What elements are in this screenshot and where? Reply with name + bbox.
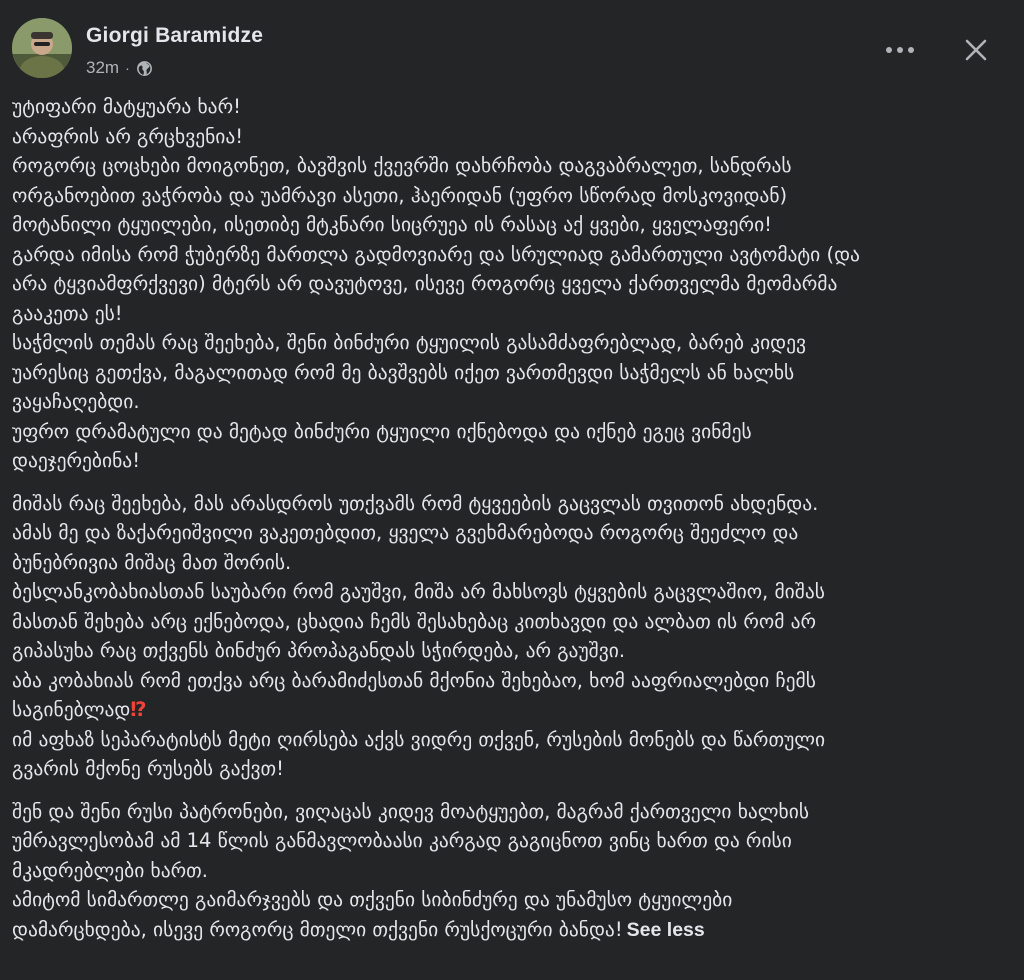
author-name[interactable]: Giorgi Baramidze <box>86 24 263 48</box>
more-options-dot <box>908 47 914 53</box>
text-line: ბესლანკობახიასთან საუბარი რომ გაუშვი, მი… <box>12 580 825 603</box>
text-line: ამიტომ სიმართლე გაიმარჯვებს და თქვენი სი… <box>12 888 733 911</box>
text-line: შენ და შენი რუსი პატრონები, ვიღაცას კიდე… <box>12 799 810 823</box>
close-icon <box>965 39 987 61</box>
text-segment: დამარცხდება, ისევე როგორც მთელი თქვენი რ… <box>12 917 623 941</box>
post-paragraph-3: შენ და შენი რუსი პატრონები, ვიღაცას კიდე… <box>12 797 1012 946</box>
more-options-button[interactable] <box>878 32 922 68</box>
more-options-icon <box>886 47 892 53</box>
text-line: უფრო დრამატული და მეტად ბინძური ტყუილი ი… <box>12 419 752 443</box>
post-paragraph-2: მიშას რაც შეეხება, მას არასდროს უთქვამს … <box>12 489 1012 784</box>
text-line: არა ტყვიამფრქვევი) მტერს არ დავუტოვე, ის… <box>12 272 838 295</box>
text-line: უტიფარი მატყუარა ხარ! <box>12 95 241 118</box>
close-button[interactable] <box>954 28 998 72</box>
see-less-link[interactable]: See less <box>627 919 705 941</box>
more-options-dot <box>897 47 903 53</box>
text-line: არაფრის არ გრცხვენია! <box>12 124 244 148</box>
text-line: მკადრებლები ხართ. <box>12 858 208 882</box>
author-avatar[interactable] <box>12 18 72 78</box>
text-line: დაეჯერებინა! <box>12 449 141 472</box>
text-line: ვაყაჩაღებდი. <box>12 390 140 413</box>
text-line: ბუნებრივია მიშაც მათ შორის. <box>12 550 292 574</box>
text-segment: საგინებლად <box>12 698 131 721</box>
exclamation-question-icon: ⁉ <box>130 698 147 721</box>
text-line: მოტანილი ტყუილები, ისეთიბე მტკნარი სიცრუ… <box>12 213 772 236</box>
meta-separator: · <box>125 60 130 76</box>
text-line-with-emoji: საგინებლად⁉ <box>12 695 1012 725</box>
avatar-photo <box>12 18 72 78</box>
text-line: აბა კობახიას რომ ეთქვა არც ბარამიძესთან … <box>12 668 816 692</box>
facebook-post: Giorgi Baramidze 32m · უტიფარი მატყუარა … <box>0 0 1024 980</box>
post-paragraph-1: უტიფარი მატყუარა ხარ! არაფრის არ გრცხვენ… <box>12 92 1012 476</box>
post-header: Giorgi Baramidze 32m · <box>12 18 1012 82</box>
text-line: ამას მე და ზაქარეიშვილი ვაკეთებდით, ყველ… <box>12 521 799 544</box>
text-line: მასთან შეხება არც ექნებოდა, ცხადია ჩემს … <box>12 609 817 633</box>
text-line: საჭმლის თემას რაც შეეხება, შენი ბინძური … <box>12 331 807 354</box>
post-text: უტიფარი მატყუარა ხარ! არაფრის არ გრცხვენ… <box>12 92 1012 945</box>
text-line: გვარის მქონე რუსებს გაქვთ! <box>12 757 284 780</box>
text-line: როგორც ცოცხები მოიგონეთ, ბავშვის ქვევრში… <box>12 154 792 177</box>
text-line: მიშას რაც შეეხება, მას არასდროს უთქვამს … <box>12 491 819 515</box>
text-line: უმრავლესობამ ამ 14 წლის განმავლობაასი კა… <box>12 829 792 852</box>
post-meta: 32m · <box>86 58 153 78</box>
globe-icon[interactable] <box>136 60 153 77</box>
text-line: გააკეთა ეს! <box>12 301 123 325</box>
text-line: ორგანოებით ვაჭრობა და უამრავი ასეთი, ჰაე… <box>12 183 788 207</box>
text-line: იმ აფხაზ სეპარატისტს მეტი ღირსება აქვს ვ… <box>12 727 826 751</box>
text-line: გიპასუხა რაც თქვენს ბინძურ პროპაგანდას ს… <box>12 639 626 662</box>
text-line: გარდა იმისა რომ ჭუბერზე მართლა გადმოვიარ… <box>12 242 860 266</box>
text-line: უარესიც გეთქვა, მაგალითად რომ მე ბავშვებ… <box>12 360 795 384</box>
text-line-with-link: დამარცხდება, ისევე როგორც მთელი თქვენი რ… <box>12 915 1012 946</box>
post-time[interactable]: 32m <box>86 58 119 78</box>
